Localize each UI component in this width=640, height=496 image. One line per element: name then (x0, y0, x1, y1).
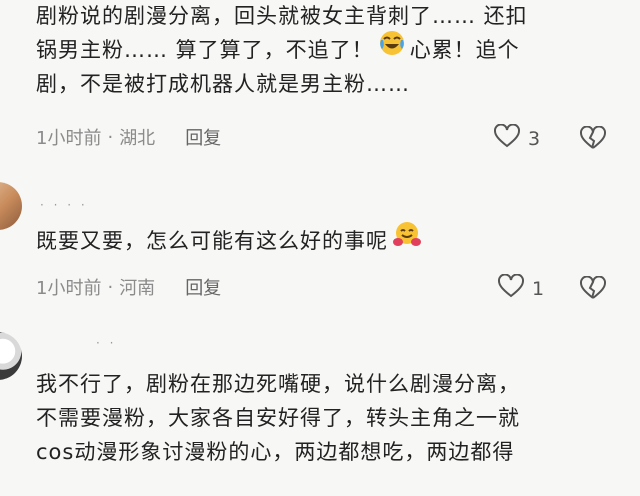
comment-location: 湖北 (119, 128, 156, 149)
username-placeholder: · · (96, 336, 117, 350)
comment-text: 既要又要，怎么可能有这么好的事呢 (36, 222, 626, 258)
avatar[interactable] (0, 182, 22, 230)
like-button[interactable]: 3 (494, 123, 541, 153)
comment-meta: 1小时前 · 河南 回复 (36, 274, 221, 300)
meta-separator: · (107, 276, 114, 298)
comment-line: 我不行了，剧粉在那边死嘴硬，说什么剧漫分离， (36, 372, 520, 396)
comment-line: 剧粉说的剧漫分离，回头就被女主背刺了…… 还扣 (36, 4, 528, 28)
avatar[interactable] (0, 332, 22, 380)
comment-line-text: 锅男主粉…… 算了算了，不追了！ (36, 38, 374, 62)
like-count: 3 (528, 127, 541, 150)
like-button[interactable]: 1 (498, 273, 545, 303)
username-placeholder: · · · · (40, 198, 88, 212)
comment-time: 1小时前 (36, 278, 102, 299)
reply-button[interactable]: 回复 (185, 274, 221, 300)
dislike-button[interactable] (580, 275, 606, 304)
crying-laughing-emoji-icon (378, 29, 406, 67)
heart-icon (498, 273, 524, 303)
comment-line: 锅男主粉…… 算了算了，不追了！ 心累！追个 (36, 31, 626, 67)
like-count: 1 (532, 277, 545, 300)
comment-location: 河南 (119, 278, 156, 299)
reply-button[interactable]: 回复 (185, 124, 221, 150)
broken-heart-icon (580, 275, 606, 299)
comment-text: 剧粉说的剧漫分离，回头就被女主背刺了…… 还扣 锅男主粉…… 算了算了，不追了！… (36, 0, 626, 101)
broken-heart-icon (580, 125, 606, 149)
comment-line-tail: 心累！追个 (409, 38, 520, 62)
hugging-face-emoji-icon (392, 220, 422, 258)
comment-line-text: 既要又要，怎么可能有这么好的事呢 (36, 229, 388, 253)
comment-meta: 1小时前 · 湖北 回复 (36, 124, 221, 150)
meta-separator: · (107, 126, 114, 148)
comment-time: 1小时前 (36, 128, 102, 149)
heart-icon (494, 123, 520, 153)
comment-line: cos动漫形象讨漫粉的心，两边都想吃，两边都得 (36, 440, 515, 464)
comment-item-3: · · 我不行了，剧粉在那边死嘴硬，说什么剧漫分离， 不需要漫粉，大家各自安好得… (0, 322, 640, 496)
comment-item-2: · · · · 既要又要，怎么可能有这么好的事呢 1小时前 · 河南 回复 1 (0, 180, 640, 310)
comment-line: 既要又要，怎么可能有这么好的事呢 (36, 222, 626, 258)
comment-line: 不需要漫粉，大家各自安好得了，转头主角之一就 (36, 406, 520, 430)
dislike-button[interactable] (580, 125, 606, 154)
comment-line: 剧，不是被打成机器人就是男主粉…… (36, 72, 410, 96)
comment-item-1: 剧粉说的剧漫分离，回头就被女主背刺了…… 还扣 锅男主粉…… 算了算了，不追了！… (0, 0, 640, 160)
comment-text: 我不行了，剧粉在那边死嘴硬，说什么剧漫分离， 不需要漫粉，大家各自安好得了，转头… (36, 367, 626, 469)
